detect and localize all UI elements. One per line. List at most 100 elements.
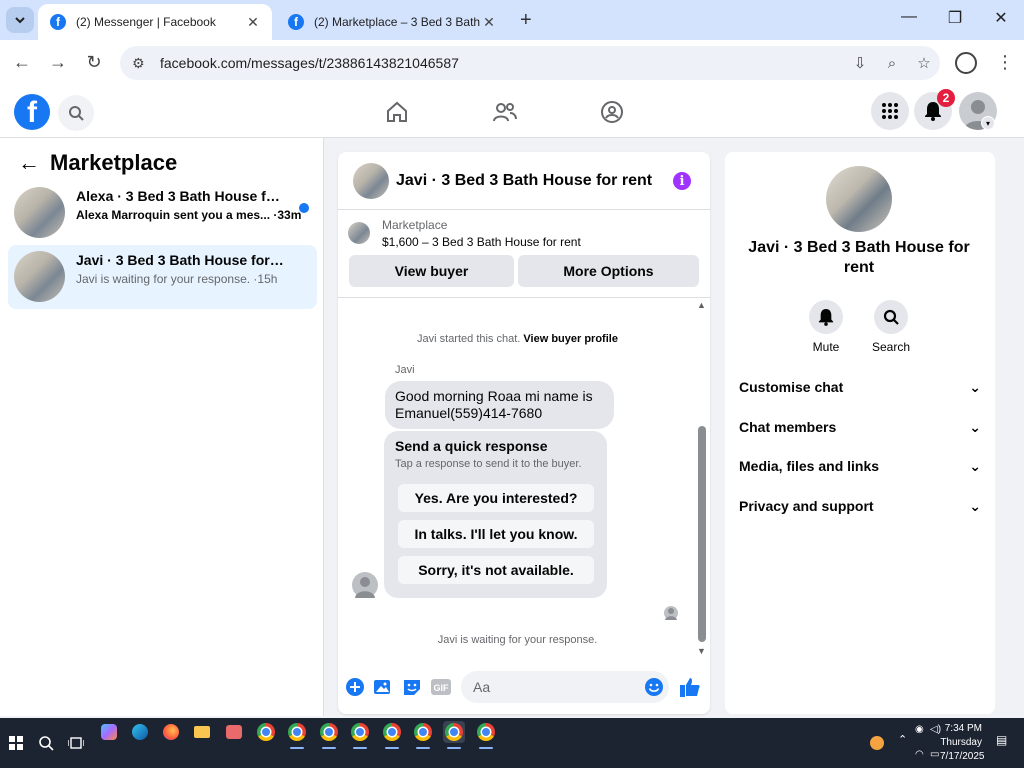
minimize-icon[interactable]: — — [894, 8, 924, 26]
address-bar[interactable]: ⚙ facebook.com/messages/t/23886143821046… — [120, 46, 940, 80]
section-label: Privacy and support — [739, 498, 874, 514]
tray-overflow-icon[interactable]: ⌃ — [898, 733, 907, 746]
chrome-profile-icon[interactable] — [349, 721, 371, 749]
quick-response-option[interactable]: Yes. Are you interested? — [398, 484, 594, 512]
message-input[interactable]: Aa — [461, 671, 669, 703]
account-chevron-icon[interactable]: ▾ — [981, 116, 995, 130]
copilot-icon[interactable] — [98, 721, 120, 743]
tab-messenger[interactable]: f (2) Messenger | Facebook ✕ — [38, 4, 272, 40]
tab-title: (2) Messenger | Facebook — [76, 15, 216, 29]
view-buyer-button[interactable]: View buyer — [349, 255, 514, 287]
site-info-icon[interactable]: ⚙ — [132, 55, 150, 72]
browser-menu-icon[interactable]: ⋮ — [996, 52, 1014, 73]
conversation-item[interactable]: Javi · 3 Bed 3 Bath House for rent Javi … — [8, 245, 317, 309]
section-privacy-support[interactable]: Privacy and support ⌄ — [739, 494, 981, 518]
search-button[interactable]: Search — [861, 300, 921, 354]
bookmark-star-icon[interactable]: ☆ — [908, 54, 940, 72]
wifi-icon[interactable]: ◠ — [915, 749, 924, 760]
emoji-icon[interactable] — [643, 676, 665, 698]
message-placeholder: Aa — [473, 679, 491, 695]
firefox-icon[interactable] — [160, 721, 182, 743]
close-tab-icon[interactable]: ✕ — [480, 14, 498, 31]
chrome-profile-icon[interactable] — [318, 721, 340, 749]
conversation-item[interactable]: Alexa · 3 Bed 3 Bath House for r... Alex… — [8, 181, 317, 245]
chat-title[interactable]: Javi · 3 Bed 3 Bath House for rent — [396, 172, 652, 190]
back-arrow-icon[interactable]: ← — [18, 150, 40, 176]
section-label: Chat members — [739, 419, 837, 435]
file-explorer-icon[interactable] — [191, 721, 213, 743]
section-label: Media, files and links — [739, 458, 880, 474]
task-view-icon[interactable] — [65, 732, 87, 754]
tab-search-button[interactable] — [6, 7, 34, 33]
clock-date[interactable]: 7/17/2025 — [940, 751, 985, 762]
notification-center-icon[interactable]: ▤ — [996, 733, 1007, 747]
edge-icon[interactable] — [129, 721, 151, 743]
clock-time[interactable]: 7:34 PM — [940, 723, 982, 734]
info-icon[interactable]: i — [673, 172, 691, 190]
view-buyer-profile-link[interactable]: View buyer profile — [523, 333, 618, 345]
gif-icon[interactable]: GIF — [430, 676, 452, 698]
chrome-profile-icon[interactable] — [475, 721, 497, 749]
forward-arrow-icon[interactable]: → — [46, 52, 70, 74]
conversation-snippet: Alexa Marroquin sent you a mes... ·33m — [76, 208, 302, 222]
facebook-favicon-icon: f — [50, 14, 66, 30]
unread-dot — [299, 203, 309, 213]
facebook-logo-icon[interactable]: f — [14, 94, 50, 130]
scroll-down-icon[interactable]: ▼ — [697, 646, 706, 656]
quick-response-option[interactable]: Sorry, it's not available. — [398, 556, 594, 584]
scrollbar-thumb[interactable] — [698, 426, 706, 642]
chrome-profile-icon[interactable] — [412, 721, 434, 749]
network-icon[interactable]: ◉ — [915, 724, 924, 735]
mute-button[interactable]: Mute — [796, 300, 856, 354]
back-arrow-icon[interactable]: ← — [10, 52, 34, 74]
seen-avatar — [664, 606, 678, 620]
add-icon[interactable] — [344, 676, 366, 698]
chat-avatar[interactable] — [353, 163, 389, 199]
zoom-icon[interactable]: ⌕ — [876, 55, 908, 72]
section-media-files-links[interactable]: Media, files and links ⌄ — [739, 454, 981, 478]
chrome-icon[interactable] — [255, 721, 277, 743]
section-chat-members[interactable]: Chat members ⌄ — [739, 415, 981, 439]
like-thumb-icon[interactable] — [679, 676, 701, 698]
listing-thumbnail[interactable] — [348, 222, 370, 244]
snipping-tool-icon[interactable] — [223, 721, 245, 743]
windows-start-icon[interactable] — [5, 732, 27, 754]
chat-started-notice: Javi started this chat. View buyer profi… — [340, 333, 695, 345]
section-label: Customise chat — [739, 379, 844, 395]
marketplace-label: Marketplace — [382, 218, 448, 232]
chevron-down-icon: ⌄ — [969, 497, 981, 514]
photo-icon[interactable] — [372, 676, 394, 698]
chrome-profile-icon[interactable] — [286, 721, 308, 749]
maximize-icon[interactable]: ❐ — [940, 8, 970, 28]
panel-title: Marketplace — [50, 150, 178, 175]
listing-title[interactable]: $1,600 – 3 Bed 3 Bath House for rent — [382, 235, 581, 249]
chrome-profile-icon[interactable] — [443, 721, 465, 749]
listing-thumbnail — [14, 251, 65, 302]
close-tab-icon[interactable]: ✕ — [244, 14, 262, 31]
friends-icon[interactable] — [490, 98, 520, 126]
scroll-up-icon[interactable]: ▲ — [697, 300, 706, 310]
weather-icon[interactable] — [866, 732, 888, 754]
quick-response-option[interactable]: In talks. I'll let you know. — [398, 520, 594, 548]
more-options-button[interactable]: More Options — [518, 255, 699, 287]
chevron-down-icon: ⌄ — [969, 418, 981, 435]
close-window-icon[interactable]: ✕ — [986, 8, 1016, 28]
reload-icon[interactable]: ↻ — [82, 52, 106, 74]
profile-icon[interactable] — [955, 52, 977, 74]
chrome-profile-icon[interactable] — [381, 721, 403, 749]
install-app-icon[interactable]: ⇩ — [844, 54, 876, 72]
new-tab-icon[interactable]: + — [520, 9, 532, 32]
groups-icon[interactable] — [597, 98, 627, 126]
search-icon[interactable] — [58, 95, 94, 131]
sticker-icon[interactable] — [401, 676, 423, 698]
search-icon — [874, 300, 908, 334]
home-icon[interactable] — [382, 98, 412, 126]
url-text[interactable]: facebook.com/messages/t/2388614382104658… — [160, 55, 844, 71]
clock-day[interactable]: Thursday — [940, 737, 982, 748]
battery-icon[interactable]: ▭ — [930, 749, 939, 760]
menu-grid-icon[interactable] — [871, 92, 909, 130]
conversation-name: Alexa · 3 Bed 3 Bath House for r... — [76, 188, 286, 204]
taskbar-search-icon[interactable] — [35, 732, 57, 754]
tab-marketplace[interactable]: f (2) Marketplace – 3 Bed 3 Bath ✕ — [276, 4, 508, 40]
section-customise-chat[interactable]: Customise chat ⌄ — [739, 375, 981, 399]
